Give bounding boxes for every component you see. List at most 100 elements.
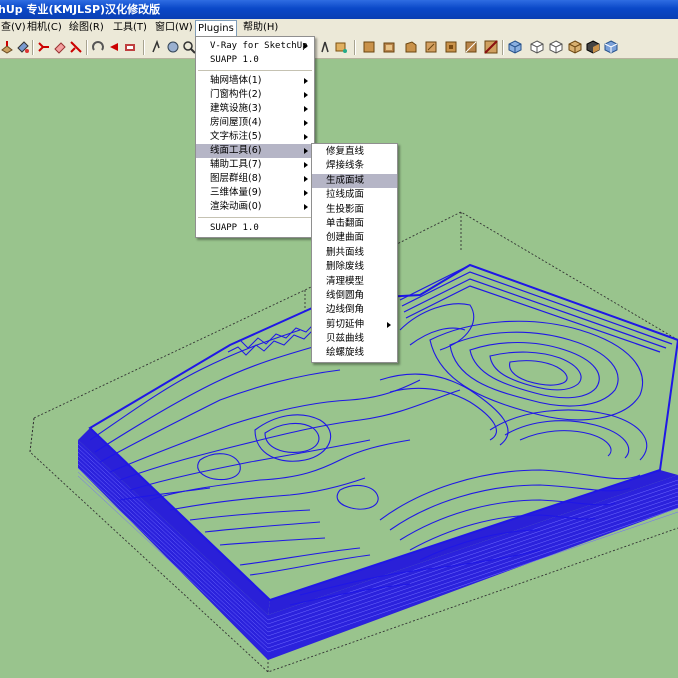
- menu-item-label: 图层群组(8): [210, 173, 262, 184]
- suapp-label: SUAPP 1.0: [210, 55, 259, 65]
- submenu-arrow-icon: [304, 78, 308, 84]
- vray-menu-item[interactable]: V-Ray for SketchUp: [196, 39, 314, 53]
- pan-icon[interactable]: [150, 40, 164, 54]
- tape-icon[interactable]: [69, 40, 83, 54]
- orbit-icon[interactable]: [166, 40, 180, 54]
- submenu-item-create-surface[interactable]: 创建曲面: [312, 231, 397, 245]
- submenu-arrow-icon: [304, 134, 308, 140]
- submenu-item-extrude-lines[interactable]: 拉线成面: [312, 188, 397, 202]
- menu-item-label: 绘螺旋线: [326, 347, 365, 359]
- iso-view-icon[interactable]: [464, 40, 478, 54]
- push-pull-icon[interactable]: [0, 40, 14, 54]
- textured-icon[interactable]: [568, 40, 582, 54]
- submenu-item-weld-lines[interactable]: 焊接线条: [312, 159, 397, 173]
- shaded-icon[interactable]: [549, 40, 563, 54]
- submenu-item-project-faces[interactable]: 生投影面: [312, 203, 397, 217]
- submenu-item-bezier-curve[interactable]: 贝兹曲线: [312, 332, 397, 346]
- menu-item-label: 单击翻面: [326, 217, 365, 229]
- menu-item-label: 边线倒角: [326, 304, 365, 316]
- submenu-item-draw-spiral[interactable]: 绘螺旋线: [312, 346, 397, 360]
- plugins-menu: V-Ray for SketchUp SUAPP 1.0 轴网墙体(1) 门窗构…: [195, 36, 315, 238]
- menu-plugins[interactable]: Plugins: [195, 20, 237, 37]
- paint-icon[interactable]: [16, 40, 30, 54]
- hidden-line-icon[interactable]: [530, 40, 544, 54]
- menu-separator: [198, 70, 312, 71]
- menu-item-label: 删除废线: [326, 261, 365, 273]
- menu-window[interactable]: 窗口(W): [152, 20, 196, 35]
- vray-label: V-Ray for SketchUp: [210, 41, 308, 51]
- plugins-item-layers-groups[interactable]: 图层群组(8): [196, 172, 314, 186]
- menu-item-label: 轴网墙体(1): [210, 75, 262, 86]
- menu-item-label: 文字标注(5): [210, 131, 262, 142]
- menu-item-label: 修复直线: [326, 146, 365, 157]
- menu-camera[interactable]: 相机(C): [24, 20, 65, 35]
- wireframe-icon[interactable]: [508, 40, 522, 54]
- submenu-item-flip-face[interactable]: 单击翻面: [312, 217, 397, 231]
- plugins-item-line-face-tools[interactable]: 线面工具(6): [196, 144, 314, 158]
- menu-item-label: 清理模型: [326, 275, 365, 287]
- submenu-item-fix-lines[interactable]: 修复直线: [312, 145, 397, 159]
- submenu-item-fillet-lines[interactable]: 线倒圆角: [312, 289, 397, 303]
- submenu-item-delete-stray-lines[interactable]: 删除废线: [312, 260, 397, 274]
- top-view-icon[interactable]: [362, 40, 376, 54]
- title-bar: hUp 专业(KMJLSP)汉化修改版: [0, 0, 678, 19]
- submenu-arrow-icon: [304, 106, 308, 112]
- menu-separator: [198, 217, 312, 218]
- plugins-item-3d-massing[interactable]: 三维体量(9): [196, 186, 314, 200]
- menu-draw[interactable]: 绘图(R): [66, 20, 107, 35]
- back-view-icon[interactable]: [424, 40, 438, 54]
- submenu-arrow-icon: [304, 43, 308, 49]
- menu-item-label: 生成面域: [326, 174, 365, 186]
- left-view-icon[interactable]: [444, 40, 458, 54]
- submenu-arrow-icon: [304, 92, 308, 98]
- menu-item-label: 拉线成面: [326, 189, 365, 201]
- front-view-icon[interactable]: [382, 40, 396, 54]
- submenu-item-make-faces[interactable]: 生成面域: [312, 173, 397, 189]
- right-view-icon[interactable]: [404, 40, 418, 54]
- menu-item-label: 贝兹曲线: [326, 333, 365, 345]
- plugins-item-rooms-roofs[interactable]: 房间屋顶(4): [196, 116, 314, 130]
- menu-item-label: 房间屋顶(4): [210, 117, 262, 128]
- monochrome-icon[interactable]: [586, 40, 600, 54]
- menu-item-label: 创建曲面: [326, 232, 365, 244]
- menu-item-label: 焊接线条: [326, 160, 365, 172]
- toolbar: [0, 37, 678, 59]
- suapp-bottom-menu-item[interactable]: SUAPP 1.0: [196, 221, 314, 235]
- follow-icon[interactable]: [107, 40, 121, 54]
- menu-bar: 查(V) 相机(C) 绘图(R) 工具(T) 窗口(W) Plugins 帮助(…: [0, 19, 678, 38]
- rotate-icon[interactable]: [91, 40, 105, 54]
- submenu-arrow-icon: [387, 321, 391, 328]
- submenu-arrow-icon: [304, 190, 308, 196]
- zoom-icon[interactable]: [182, 40, 196, 54]
- xray-icon[interactable]: [484, 40, 498, 54]
- submenu-item-chamfer-edges[interactable]: 边线倒角: [312, 303, 397, 317]
- eraser-icon[interactable]: [53, 40, 67, 54]
- plugins-item-render-animation[interactable]: 渲染动画(0): [196, 200, 314, 214]
- menu-item-label: 门窗构件(2): [210, 89, 262, 100]
- offset-icon[interactable]: [123, 40, 137, 54]
- menu-item-label: 线倒圆角: [326, 289, 365, 301]
- window-title: hUp 专业(KMJLSP)汉化修改版: [0, 3, 161, 16]
- menu-item-label: 剪切延伸: [326, 318, 365, 330]
- walk-icon[interactable]: [318, 40, 332, 54]
- submenu-item-cleanup-model[interactable]: 清理模型: [312, 275, 397, 289]
- section-icon[interactable]: [334, 40, 348, 54]
- plugins-item-building-facilities[interactable]: 建筑设施(3): [196, 102, 314, 116]
- submenu-arrow-icon: [304, 176, 308, 182]
- color-by-layer-icon[interactable]: [604, 40, 618, 54]
- submenu-arrow-icon: [304, 148, 308, 154]
- submenu-item-trim-extend[interactable]: 剪切延伸: [312, 318, 397, 332]
- suapp-top-menu-item[interactable]: SUAPP 1.0: [196, 53, 314, 67]
- menu-help[interactable]: 帮助(H): [240, 20, 281, 35]
- submenu-item-delete-coplanar[interactable]: 删共面线: [312, 246, 397, 260]
- submenu-arrow-icon: [304, 120, 308, 126]
- plugins-item-doors-windows[interactable]: 门窗构件(2): [196, 88, 314, 102]
- plugins-item-auxiliary-tools[interactable]: 辅助工具(7): [196, 158, 314, 172]
- plugins-item-axis-walls[interactable]: 轴网墙体(1): [196, 74, 314, 88]
- plugins-item-text-annotation[interactable]: 文字标注(5): [196, 130, 314, 144]
- menu-tools[interactable]: 工具(T): [110, 20, 150, 35]
- submenu-arrow-icon: [304, 162, 308, 168]
- menu-item-label: 辅助工具(7): [210, 159, 262, 170]
- menu-item-label: 建筑设施(3): [210, 103, 262, 114]
- move-icon[interactable]: [37, 40, 51, 54]
